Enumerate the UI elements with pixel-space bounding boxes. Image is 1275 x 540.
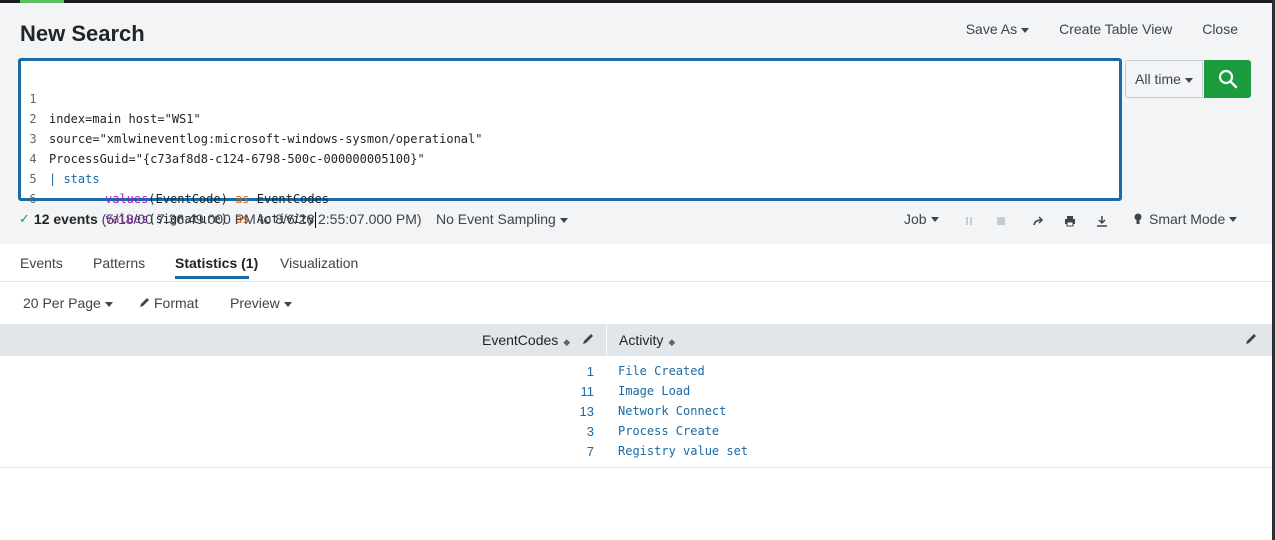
tab-events[interactable]: Events	[20, 255, 63, 271]
code-line: 2 source="xmlwineventlog:microsoft-windo…	[21, 89, 482, 146]
code-text: values(EventCode) as EventCodes	[105, 189, 329, 209]
page-title: New Search	[20, 21, 145, 46]
chevron-down-icon	[1229, 216, 1238, 222]
column-header-eventcodes[interactable]: EventCodes ◆	[482, 332, 570, 348]
code-line: 1 index=main host="WS1"	[21, 69, 200, 126]
code-line: 3 ProcessGuid="{c73af8d8-c124-6798-500c-…	[21, 109, 424, 166]
active-tab-indicator	[175, 276, 249, 279]
as-keyword: as	[235, 192, 250, 206]
stats-command: stats	[63, 172, 100, 186]
chevron-down-icon	[104, 301, 113, 307]
activity-cell[interactable]: Process Create	[618, 424, 719, 438]
stop-icon[interactable]	[994, 214, 1008, 228]
chevron-down-icon	[1021, 27, 1030, 33]
check-icon: ✓	[19, 211, 30, 226]
sort-icon: ◆	[668, 337, 676, 347]
save-as-menu[interactable]: Save As	[965, 21, 1030, 37]
per-page-label: 20 Per Page	[23, 295, 101, 311]
code-text: ProcessGuid="{c73af8d8-c124-6798-500c-00…	[49, 152, 425, 166]
pencil-icon[interactable]	[1245, 333, 1257, 345]
column-divider	[606, 324, 607, 356]
activity-cell[interactable]: Image Load	[618, 384, 690, 398]
header-actions: Save As Create Table View Close	[966, 21, 1238, 37]
search-icon	[1218, 69, 1237, 89]
eventcode-cell[interactable]: 1	[587, 364, 594, 379]
eventcode-cell[interactable]: 3	[587, 424, 594, 439]
column-header-activity[interactable]: Activity ◆	[619, 332, 675, 348]
tab-patterns[interactable]: Patterns	[93, 255, 145, 271]
chevron-down-icon	[283, 301, 292, 307]
search-mode-menu[interactable]: Smart Mode	[1133, 211, 1238, 227]
search-mode-label: Smart Mode	[1149, 211, 1226, 227]
line-number: 6	[29, 192, 37, 206]
time-range-text: (5/18/00 7:36:49.000 PM to 8/6/26 2:55:0…	[101, 211, 422, 227]
print-icon[interactable]	[1063, 214, 1077, 228]
time-range-picker[interactable]: All time	[1125, 60, 1203, 98]
pencil-icon[interactable]	[582, 333, 594, 345]
activity-cell[interactable]: Network Connect	[618, 404, 726, 418]
function-name: values	[105, 192, 149, 206]
code-text: | stats	[49, 169, 100, 189]
chevron-down-icon	[930, 216, 939, 222]
format-label: Format	[154, 295, 199, 311]
save-as-label: Save As	[965, 21, 1018, 37]
lightbulb-icon	[1134, 213, 1142, 224]
pipe-symbol: |	[49, 172, 64, 186]
create-table-view-link[interactable]: Create Table View	[1059, 21, 1172, 37]
code-text: index=main host="WS1"	[49, 112, 201, 126]
column-header-label: Activity	[619, 332, 664, 348]
event-sampling-label: No Event Sampling	[436, 211, 556, 227]
close-link[interactable]: Close	[1202, 21, 1238, 37]
tab-visualization[interactable]: Visualization	[280, 255, 358, 271]
per-page-menu[interactable]: 20 Per Page	[23, 295, 113, 311]
chevron-down-icon	[559, 217, 568, 223]
search-button[interactable]	[1204, 60, 1251, 98]
job-menu[interactable]: Job	[904, 211, 939, 227]
eventcode-cell[interactable]: 7	[587, 444, 594, 459]
code-line: 6 values(signature) as Activity	[21, 169, 316, 228]
job-status: ✓ 12 events (5/18/00 7:36:49.000 PM to 8…	[19, 211, 422, 227]
preview-label: Preview	[230, 295, 280, 311]
alias-name: EventCodes	[249, 192, 329, 206]
eventcode-cell[interactable]: 11	[581, 384, 595, 399]
code-line: 4 | stats	[21, 129, 99, 186]
chevron-down-icon	[1184, 77, 1193, 83]
pencil-icon	[140, 298, 149, 307]
tab-statistics[interactable]: Statistics (1)	[175, 255, 258, 271]
results-toolbar: 20 Per Page Format Preview	[0, 282, 1272, 324]
function-arg: (EventCode)	[148, 192, 236, 206]
code-line: 5 values(EventCode) as EventCodes	[21, 149, 329, 206]
activity-cell[interactable]: Registry value set	[618, 444, 748, 458]
preview-menu[interactable]: Preview	[230, 295, 292, 311]
event-count: 12 events	[33, 211, 98, 227]
format-menu[interactable]: Format	[139, 295, 198, 311]
download-icon[interactable]	[1095, 214, 1109, 228]
search-editor[interactable]: 1 index=main host="WS1" 2 source="xmlwin…	[18, 58, 1122, 228]
pause-icon[interactable]	[962, 214, 976, 228]
share-icon[interactable]	[1031, 214, 1045, 228]
eventcode-cell[interactable]: 13	[580, 404, 594, 419]
activity-cell[interactable]: File Created	[618, 364, 705, 378]
column-header-label: EventCodes	[482, 332, 559, 348]
time-range-label: All time	[1135, 71, 1181, 87]
sort-icon: ◆	[563, 337, 571, 347]
table-header: EventCodes ◆ Activity ◆	[0, 324, 1272, 356]
code-text: source="xmlwineventlog:microsoft-windows…	[49, 132, 483, 146]
event-sampling-menu[interactable]: No Event Sampling	[436, 211, 568, 227]
table-body: 1 File Created 11 Image Load 13 Network …	[0, 356, 1272, 468]
job-label: Job	[904, 211, 927, 227]
